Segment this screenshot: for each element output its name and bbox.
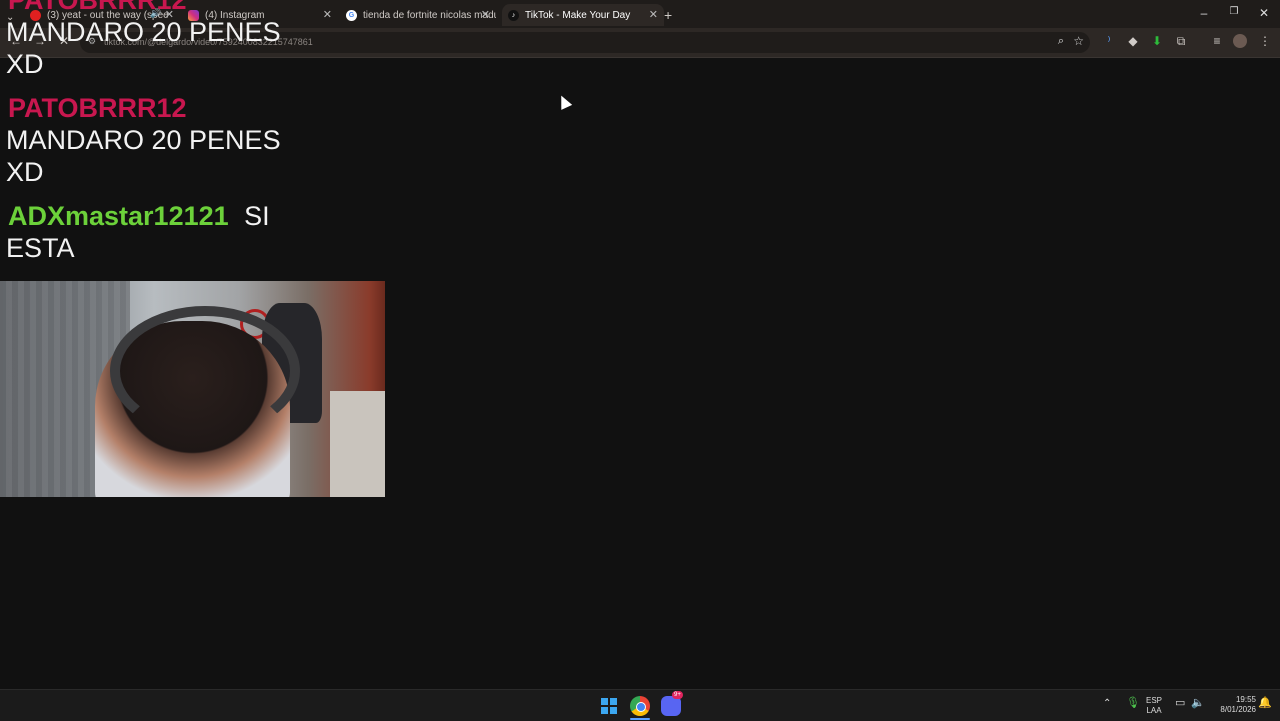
chrome-icon[interactable] xyxy=(630,696,650,716)
chat-username: PATOBRRR12 xyxy=(8,93,187,123)
tiktok-icon: ♪ xyxy=(508,9,519,21)
windows-start-icon[interactable] xyxy=(601,698,617,714)
notification-badge: 9+ xyxy=(672,691,683,699)
close-icon[interactable]: ✕ xyxy=(481,8,490,21)
extension-translate-icon[interactable]: ⁾ xyxy=(1101,34,1117,48)
clock-date: 8/01/2026 xyxy=(1220,705,1256,714)
close-icon[interactable]: ✕ xyxy=(323,8,332,21)
chat-message-line: ESTA xyxy=(6,233,75,263)
tab-tiktok[interactable]: ♪ TikTok - Make Your Day ✕ xyxy=(502,4,664,26)
google-icon: G xyxy=(346,9,357,21)
chat-message-text: SI xyxy=(244,201,270,231)
headphones xyxy=(110,306,300,436)
bed xyxy=(330,391,385,497)
notifications-icon[interactable]: 🔔 xyxy=(1258,698,1272,709)
zoom-icon[interactable]: ⌕ xyxy=(1058,35,1064,48)
microphone-icon[interactable]: 🎙 xyxy=(1126,698,1140,709)
extensions-puzzle-icon[interactable]: ⧉ xyxy=(1173,34,1189,49)
media-controls-icon[interactable]: ≡ xyxy=(1209,34,1225,48)
extension-diamond-icon[interactable]: ◆ xyxy=(1125,34,1141,48)
chat-message: PATOBRRR12 xyxy=(8,92,187,124)
profile-avatar[interactable] xyxy=(1233,34,1247,48)
tab-title: tienda de fortnite nicolas madu xyxy=(363,9,496,21)
language-indicator[interactable]: ESP LAA xyxy=(1146,696,1162,716)
menu-kebab-icon[interactable]: ⋮ xyxy=(1257,34,1273,48)
window-close-icon[interactable]: ✕ xyxy=(1254,6,1274,20)
cursor-icon xyxy=(555,93,573,110)
keyboard-layout: LAA xyxy=(1146,706,1162,715)
language-code: ESP xyxy=(1146,696,1163,705)
clock[interactable]: 19:55 8/01/2026 xyxy=(1210,695,1256,715)
chat-message: PATOBRRR12 xyxy=(8,0,187,16)
new-tab-button[interactable]: + xyxy=(664,4,678,26)
tab-title: TikTok - Make Your Day xyxy=(525,9,631,21)
tray-overflow-icon[interactable]: ⌃ xyxy=(1103,699,1111,709)
restore-icon[interactable]: ❐ xyxy=(1224,6,1244,17)
taskbar: 9+ ⌃ 🎙 ESP LAA ▭ 🔈 19:55 8/01/2026 🔔 xyxy=(0,689,1280,721)
close-icon[interactable]: ✕ xyxy=(649,8,658,21)
chat-message-line: MANDARO 20 PENES xyxy=(6,125,281,155)
discord-icon[interactable]: 9+ xyxy=(661,691,683,716)
volume-icon[interactable]: 🔈 xyxy=(1191,698,1205,709)
bookmark-star-icon[interactable]: ☆ xyxy=(1073,34,1084,48)
minimize-icon[interactable]: – xyxy=(1194,6,1214,20)
chat-message-line: MANDARO 20 PENES xyxy=(6,17,281,47)
chat-message-line: XD xyxy=(6,157,44,187)
chat-username: ADXmastar12121 xyxy=(8,201,229,231)
tab-google-search[interactable]: G tienda de fortnite nicolas madu ✕ xyxy=(346,4,496,26)
network-icon[interactable]: ▭ xyxy=(1175,698,1185,709)
chat-username: PATOBRRR12 xyxy=(8,0,187,15)
extension-download-icon[interactable]: ⬇ xyxy=(1149,34,1165,48)
webcam-feed xyxy=(0,281,385,497)
clock-time: 19:55 xyxy=(1235,695,1256,704)
chat-message: ADXmastar12121 SI xyxy=(8,200,270,232)
chat-message-line: XD xyxy=(6,49,44,79)
